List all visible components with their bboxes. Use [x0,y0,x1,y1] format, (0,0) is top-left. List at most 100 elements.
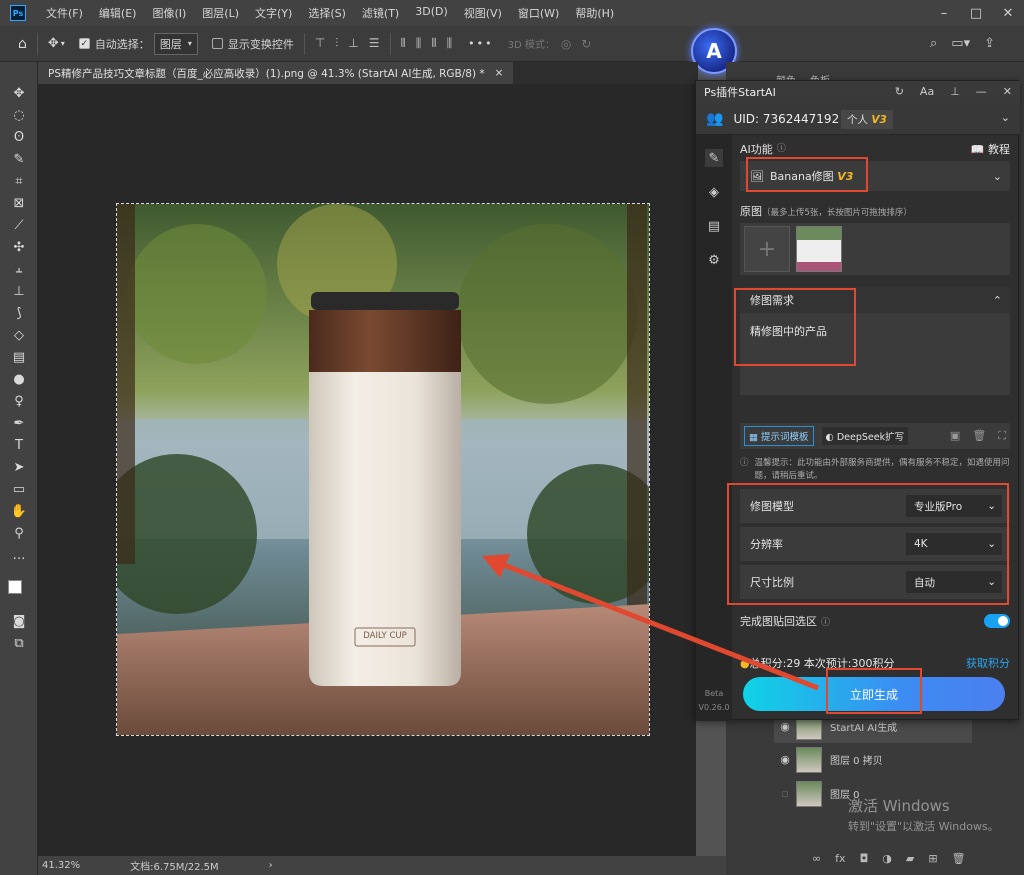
pin-icon[interactable]: ⊥ [950,85,960,98]
home-icon[interactable]: ⌂ [18,36,27,52]
more-tools-icon[interactable]: … [10,546,28,564]
dodge-tool-icon[interactable]: ♀ [10,392,28,410]
document-tab[interactable]: PS精修产品技巧文章标题（百度_必应高收录）(1).png @ 41.3% (S… [38,62,514,84]
menu-item[interactable]: 文字(Y) [247,5,300,21]
requirement-textarea[interactable]: 精修图中的产品 [740,313,1010,395]
marquee-tool-icon[interactable]: ◌ [10,106,28,124]
lasso-tool-icon[interactable]: ʘ [10,128,28,146]
refresh-icon[interactable]: ↻ [895,85,904,98]
eye-icon[interactable]: ◉ [774,753,796,766]
gradient-tool-icon[interactable]: ▤ [10,348,28,366]
share-icon[interactable]: ⇪ [984,36,995,51]
menu-item[interactable]: 选择(S) [300,5,354,21]
setting-dropdown[interactable]: 4K ⌄ [906,533,1002,555]
close-tab-icon[interactable]: × [495,67,504,79]
distribute-icon[interactable]: ☰ [369,36,380,51]
settings-icon[interactable]: ⚙ [705,251,723,269]
layer-row[interactable]: ◉ 图层 0 拷贝 [774,743,972,776]
eyedropper-tool-icon[interactable]: ⟋ [10,216,28,234]
dist-1-icon[interactable]: ⦀ [401,36,406,51]
requirement-header[interactable]: 修图需求 ⌃ [740,287,1010,313]
show-transform-checkbox[interactable]: 显示变换控件 [211,36,294,52]
align-middle-icon[interactable]: ⫶ [335,36,338,51]
eraser-tool-icon[interactable]: ◇ [10,326,28,344]
align-top-icon[interactable]: ⊤ [315,36,325,51]
deepseek-button[interactable]: ◐ DeepSeek扩写 [821,427,909,445]
dist-4-icon[interactable]: ⫼ [447,36,453,51]
menu-item[interactable]: 帮助(H) [567,5,622,21]
link-icon[interactable]: ∞ [812,852,821,865]
mask-icon[interactable]: ◘ [860,852,869,865]
menu-item[interactable]: 编辑(E) [91,5,145,21]
blur-tool-icon[interactable]: ● [10,370,28,388]
layers-icon[interactable]: ◈ [705,183,723,201]
auto-select-checkbox[interactable]: ✓ 自动选择： [78,36,150,52]
expand-icon[interactable]: ⛶ [998,429,1006,443]
screen-mode-icon[interactable]: ⧉ [10,634,28,652]
fx-icon[interactable]: fx [835,852,845,865]
close-icon[interactable]: ✕ [992,0,1024,26]
brush-tool-icon[interactable]: ⲳ [10,260,28,278]
trash-icon[interactable]: 🗑 [972,429,986,443]
quick-select-tool-icon[interactable]: ✎ [10,150,28,168]
history-brush-icon[interactable]: ⟆ [10,304,28,322]
rectangle-tool-icon[interactable]: ▭ [10,480,28,498]
trash-icon[interactable]: 🗑 [952,852,966,865]
menu-item[interactable]: 3D(D) [407,5,456,21]
dist-3-icon[interactable]: ⦀ [431,36,436,51]
menu-item[interactable]: 文件(F) [38,5,91,21]
stamp-tool-icon[interactable]: ⊥ [10,282,28,300]
maximize-icon[interactable]: □ [960,0,992,26]
align-buttons[interactable]: ⊤ ⫶ ⊥ ☰ [315,36,380,51]
search-icon[interactable]: ⌕ [930,36,937,51]
ai-func-dropdown[interactable]: 🖼 Banana修图 V3 ⌄ [740,161,1010,191]
new-layer-icon[interactable]: ⊞ [928,852,937,865]
distribute-buttons[interactable]: ⦀ ⫼ ⦀ ⫼ [401,36,453,51]
minimize-icon[interactable]: – [928,0,960,26]
auto-select-dropdown[interactable]: 图层 ▾ [153,32,198,55]
folder-icon[interactable]: ▰ [906,852,914,865]
add-image-button[interactable]: + [744,226,790,272]
prompt-template-button[interactable]: ▦ 提示词模板 [744,426,814,446]
zoom-tool-icon[interactable]: ⚲ [10,524,28,542]
move-tool-icon[interactable]: ✥ ▾ [48,36,65,51]
adjustment-icon[interactable]: ◑ [882,852,892,865]
history-icon[interactable]: ▣ [950,429,960,443]
dist-2-icon[interactable]: ⫼ [416,36,422,51]
menu-item[interactable]: 图像(I) [144,5,194,21]
type-tool-icon[interactable]: T [10,436,28,454]
menu-item[interactable]: 视图(V) [456,5,510,21]
crop-tool-icon[interactable]: ⌗ [10,172,28,190]
collapse-icon[interactable]: — [976,85,987,98]
edit-icon[interactable]: ✎ [705,149,723,167]
info-icon[interactable]: ⓘ [777,141,786,157]
source-image-thumbnail[interactable] [796,226,842,272]
workspace-icon[interactable]: ▭▾ [951,36,970,51]
tutorial-link[interactable]: 📖 教程 [971,141,1010,157]
document-icon[interactable]: ▤ [705,217,723,235]
close-icon[interactable]: ✕ [1003,85,1012,98]
chevron-down-icon[interactable]: ⌄ [1001,111,1010,124]
menu-item[interactable]: 图层(L) [194,5,247,21]
eye-icon[interactable]: ◉ [774,720,796,733]
healing-tool-icon[interactable]: ✣ [10,238,28,256]
menu-item[interactable]: 窗口(W) [510,5,567,21]
setting-dropdown[interactable]: 自动 ⌄ [906,571,1002,593]
get-points-link[interactable]: 获取积分 [966,655,1010,671]
status-arrow-icon[interactable]: › [269,860,273,871]
quick-mask-icon[interactable]: ◙ [10,612,28,630]
frame-tool-icon[interactable]: ⊠ [10,194,28,212]
foreground-color-swatch[interactable] [8,580,22,594]
hand-tool-icon[interactable]: ✋ [10,502,28,520]
more-options-icon[interactable]: ••• [468,37,493,50]
eye-hidden-icon[interactable]: ▫ [774,787,796,800]
font-size-icon[interactable]: Aa [920,85,934,98]
zoom-level[interactable]: 41.32% [42,860,80,871]
path-select-icon[interactable]: ➤ [10,458,28,476]
menu-item[interactable]: 滤镜(T) [354,5,407,21]
pen-tool-icon[interactable]: ✒ [10,414,28,432]
move-tool-icon[interactable]: ✥ [10,84,28,102]
paste-back-toggle[interactable] [984,614,1010,628]
align-bottom-icon[interactable]: ⊥ [348,36,358,51]
setting-dropdown[interactable]: 专业版Pro ⌄ [906,495,1002,517]
